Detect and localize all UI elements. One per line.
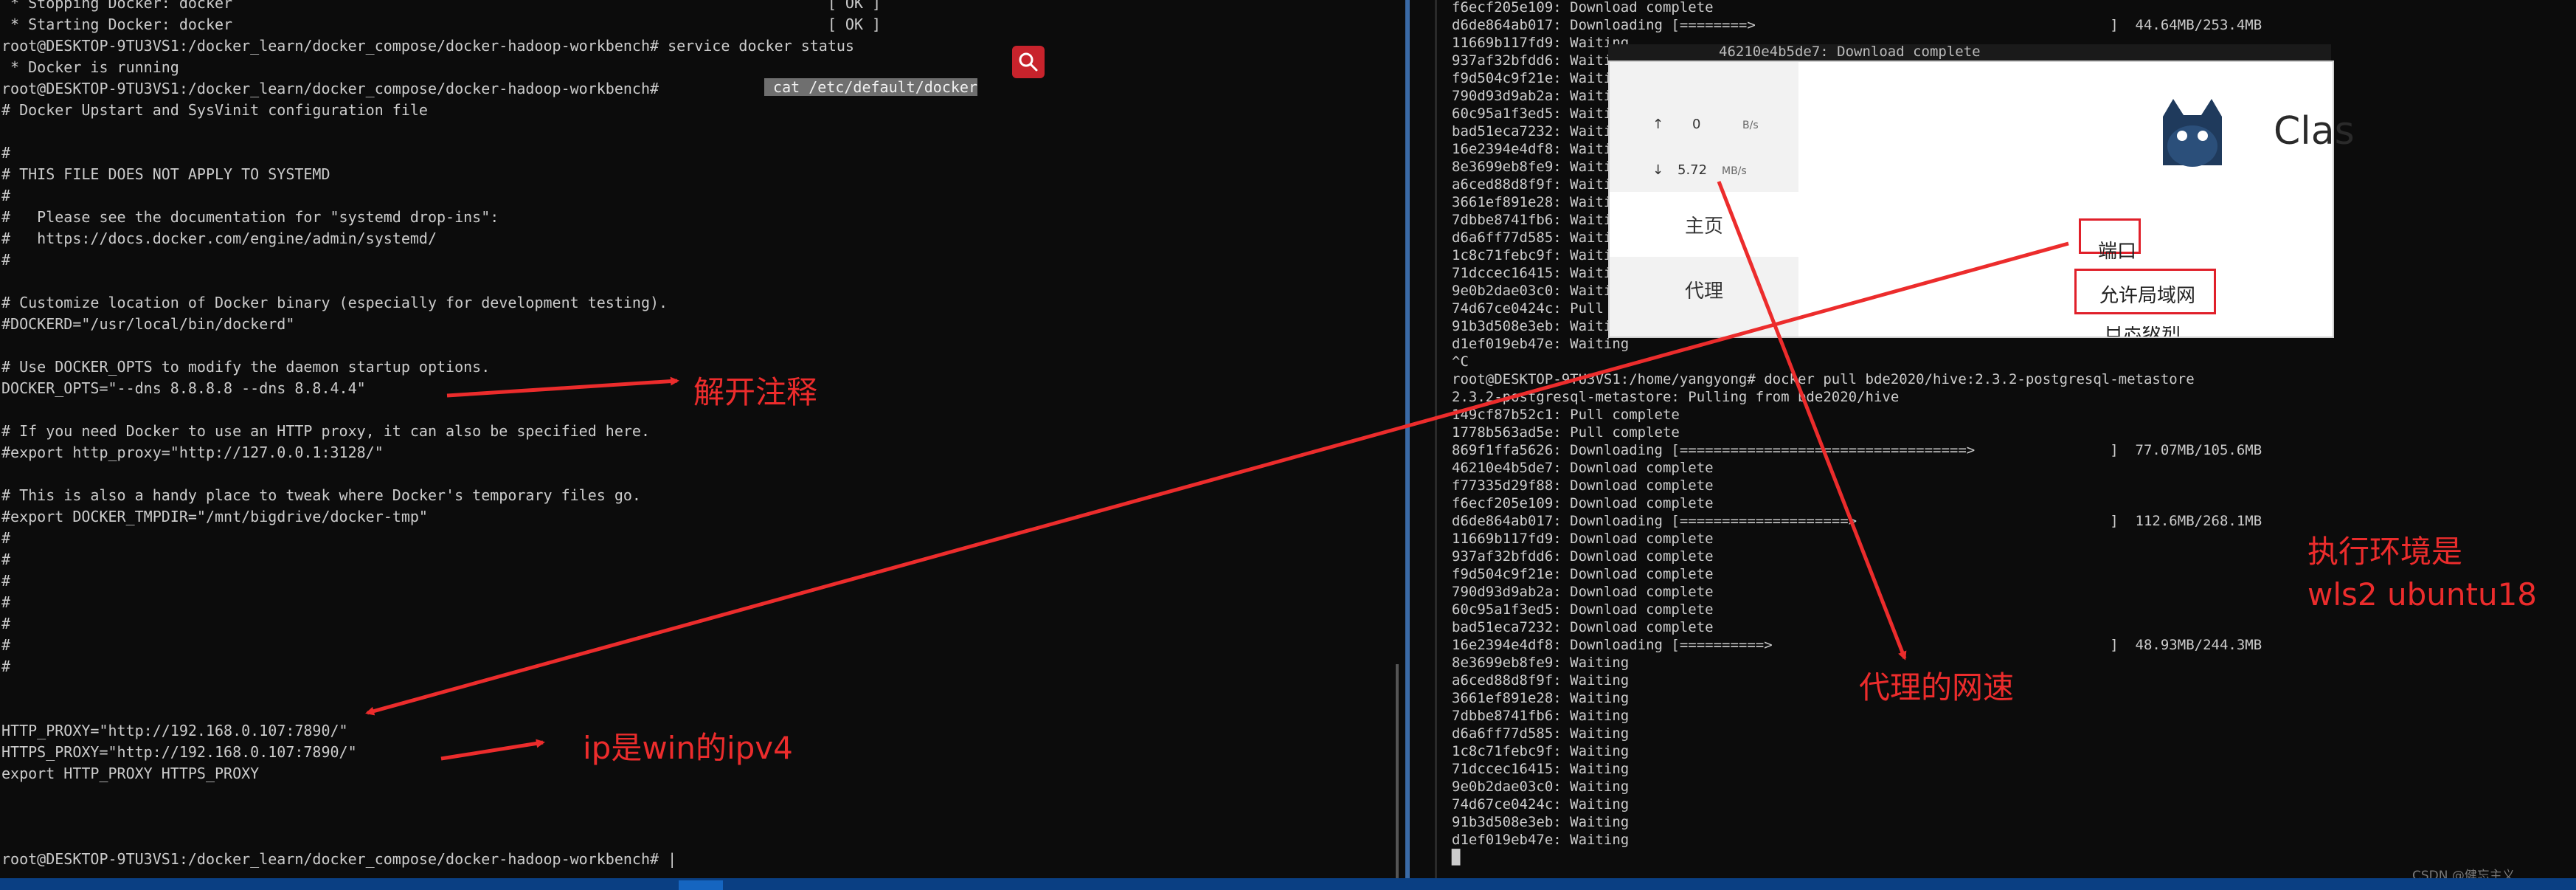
- arrow-to-ip-note: [440, 739, 545, 761]
- annotation-env-line1: 执行环境是: [2307, 534, 2463, 570]
- arrow-to-proxy-line: [365, 241, 2069, 716]
- annotation-env-line2: wls2 ubuntu18: [2307, 576, 2538, 613]
- annotation-ip-note: ip是win的ipv4: [583, 730, 793, 766]
- annotation-uncomment: 解开注释: [693, 374, 818, 410]
- arrow-to-proxy-speed: [1717, 181, 1907, 660]
- arrow-to-uncomment-note: [446, 376, 679, 398]
- taskbar-active-indicator: [679, 880, 723, 890]
- taskbar: [0, 878, 2576, 890]
- annotation-arrows: [365, 181, 2069, 761]
- annotation-proxy-speed: 代理的网速: [1859, 669, 2015, 706]
